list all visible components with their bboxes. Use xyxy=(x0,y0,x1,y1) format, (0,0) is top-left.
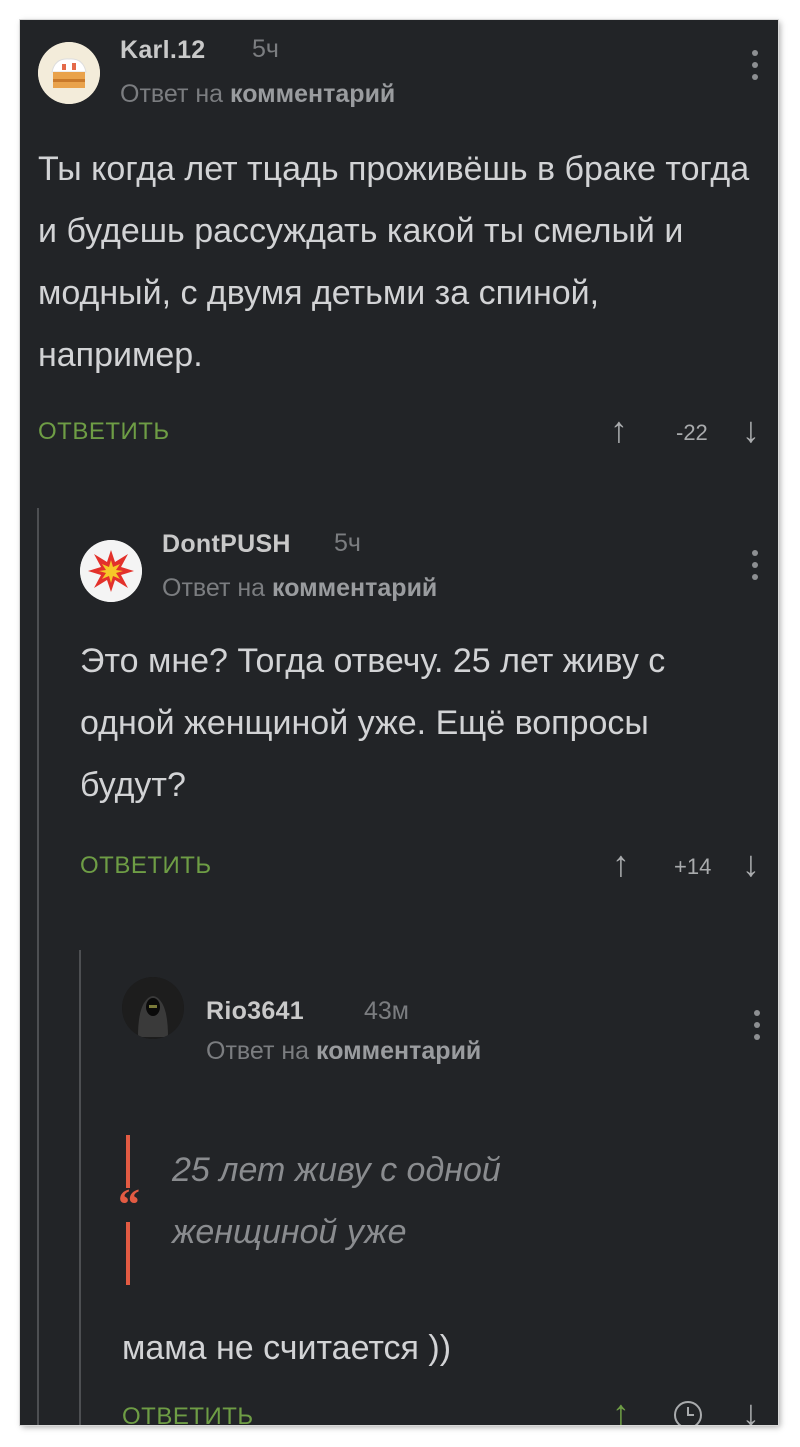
hooded-figure-icon xyxy=(122,977,184,1039)
comment-body: мама не считается )) xyxy=(122,1329,452,1367)
comment-karl12: Karl.12 5ч Ответ на комментарий Ты когда… xyxy=(20,20,778,490)
clock-icon xyxy=(674,1401,702,1425)
downvote-icon[interactable]: ↓ xyxy=(742,1395,760,1426)
reply-button[interactable]: ОТВЕТИТЬ xyxy=(80,852,212,880)
quote-icon: “ xyxy=(118,1180,140,1229)
reply-button[interactable]: ОТВЕТИТЬ xyxy=(122,1403,254,1425)
downvote-icon[interactable]: ↓ xyxy=(742,412,760,448)
reply-button[interactable]: ОТВЕТИТЬ xyxy=(38,418,170,446)
avatar[interactable] xyxy=(122,977,184,1039)
downvote-icon[interactable]: ↓ xyxy=(742,846,760,882)
username[interactable]: Rio3641 xyxy=(206,997,304,1026)
username[interactable]: DontPUSH xyxy=(162,530,291,559)
more-options-icon[interactable] xyxy=(752,1010,762,1046)
comment-rio3641: Rio3641 43м Ответ на комментарий “ 25 ле… xyxy=(102,955,778,1425)
quote-text: 25 лет живу с одной женщиной уже xyxy=(172,1151,501,1251)
rating: -22 xyxy=(676,420,708,445)
thread-line[interactable] xyxy=(79,950,81,1425)
username[interactable]: Karl.12 xyxy=(120,36,206,65)
upvote-icon[interactable]: ↑ xyxy=(610,412,628,448)
reply-to-prefix: Ответ на xyxy=(162,574,266,602)
reply-to-target[interactable]: комментарий xyxy=(230,80,395,108)
upvote-icon[interactable]: ↑ xyxy=(612,846,630,882)
more-options-icon[interactable] xyxy=(750,50,760,86)
cake-icon xyxy=(38,42,100,104)
comment-thread: Karl.12 5ч Ответ на комментарий Ты когда… xyxy=(20,20,778,1425)
reply-to-prefix: Ответ на xyxy=(206,1037,310,1065)
timestamp: 5ч xyxy=(252,35,279,63)
avatar[interactable] xyxy=(38,42,100,104)
avatar[interactable] xyxy=(80,540,142,602)
upvote-icon[interactable]: ↑ xyxy=(612,1395,630,1426)
reply-to-prefix: Ответ на xyxy=(120,80,224,108)
thread-line[interactable] xyxy=(37,508,39,1425)
reply-to-label[interactable]: Ответ на комментарий xyxy=(162,574,437,603)
explosion-icon xyxy=(80,540,142,602)
comment-body: Ты когда лет тцадь проживёшь в браке тог… xyxy=(38,150,750,374)
reply-to-label[interactable]: Ответ на комментарий xyxy=(120,80,395,109)
comment-body: Это мне? Тогда отвечу. 25 лет живу с одн… xyxy=(80,642,666,804)
timestamp: 5ч xyxy=(334,529,361,557)
rating: +14 xyxy=(674,854,712,879)
timestamp: 43м xyxy=(364,997,409,1025)
more-options-icon[interactable] xyxy=(750,550,760,586)
reply-to-target[interactable]: комментарий xyxy=(272,574,437,602)
reply-to-target[interactable]: комментарий xyxy=(316,1037,481,1065)
reply-to-label[interactable]: Ответ на комментарий xyxy=(206,1037,481,1066)
comment-dontpush: DontPUSH 5ч Ответ на комментарий Это мне… xyxy=(60,510,778,930)
